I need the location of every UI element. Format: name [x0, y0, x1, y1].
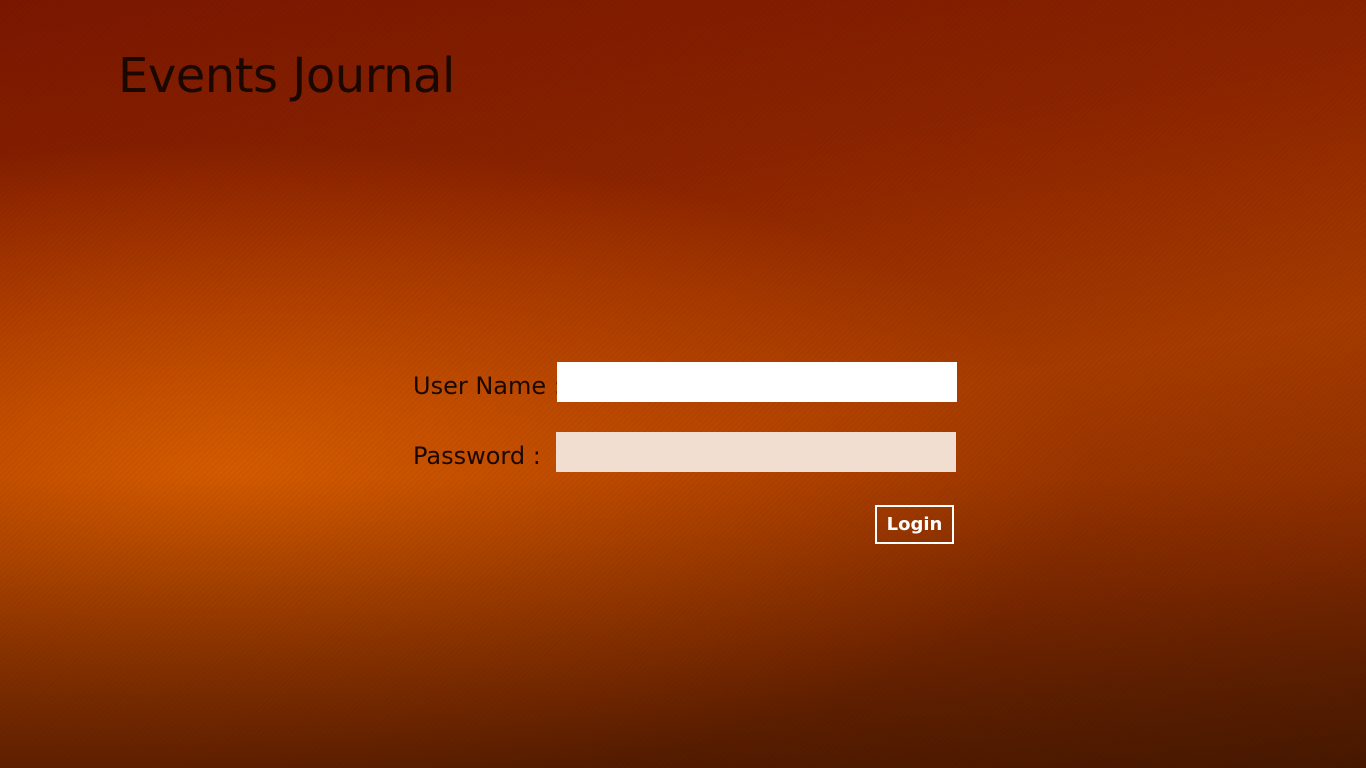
app-title: Events Journal: [118, 48, 455, 104]
password-label: Password :: [413, 442, 541, 470]
username-field[interactable]: [557, 362, 957, 402]
login-page: { "app": { "title": "Events Journal" }, …: [0, 0, 1366, 768]
password-field[interactable]: [556, 432, 956, 472]
username-label: User Name :: [413, 372, 562, 400]
login-button[interactable]: Login: [875, 505, 954, 544]
